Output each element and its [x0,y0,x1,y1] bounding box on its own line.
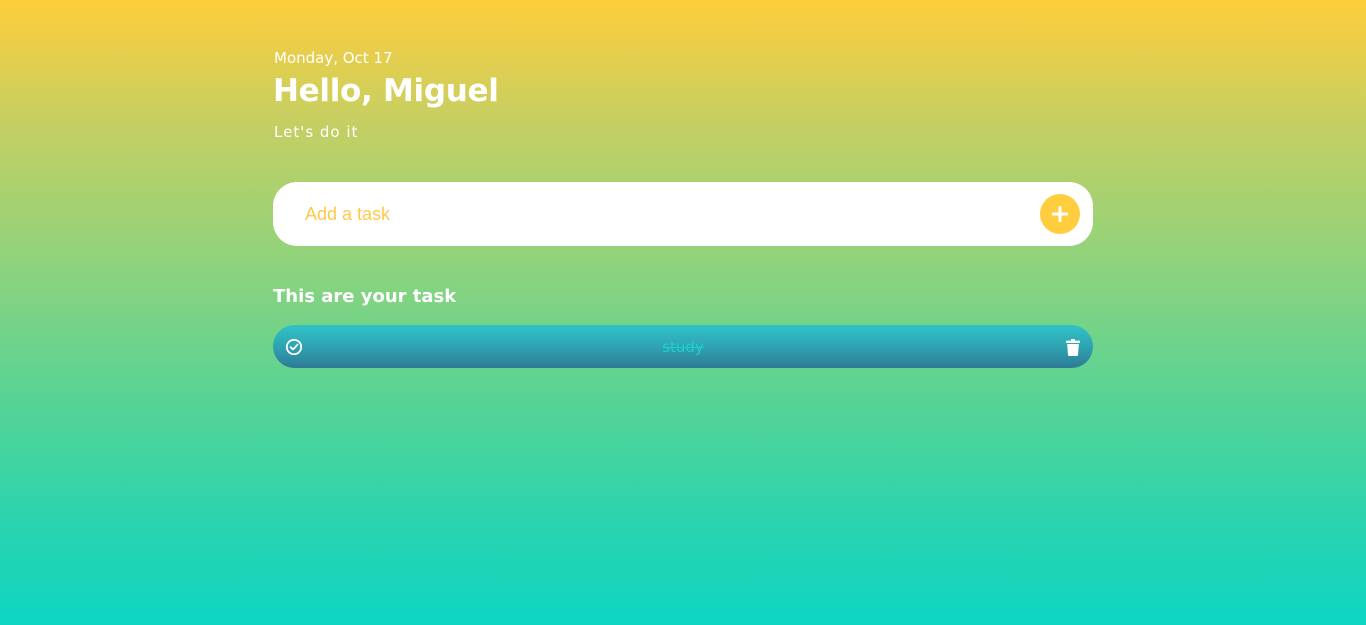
task-text: study [662,338,704,356]
delete-task-button[interactable] [1064,338,1082,356]
trash-icon [1066,338,1080,356]
add-task-input[interactable] [305,202,1025,226]
greeting-title: Hello, Miguel [273,73,499,109]
add-task-button[interactable] [1040,194,1080,234]
current-date: Monday, Oct 17 [274,49,393,67]
tagline: Let's do it [274,123,359,141]
tasks-section-title: This are your task [273,286,457,307]
plus-icon [1052,206,1068,222]
task-item: study [273,325,1093,368]
add-task-bar [273,182,1093,246]
